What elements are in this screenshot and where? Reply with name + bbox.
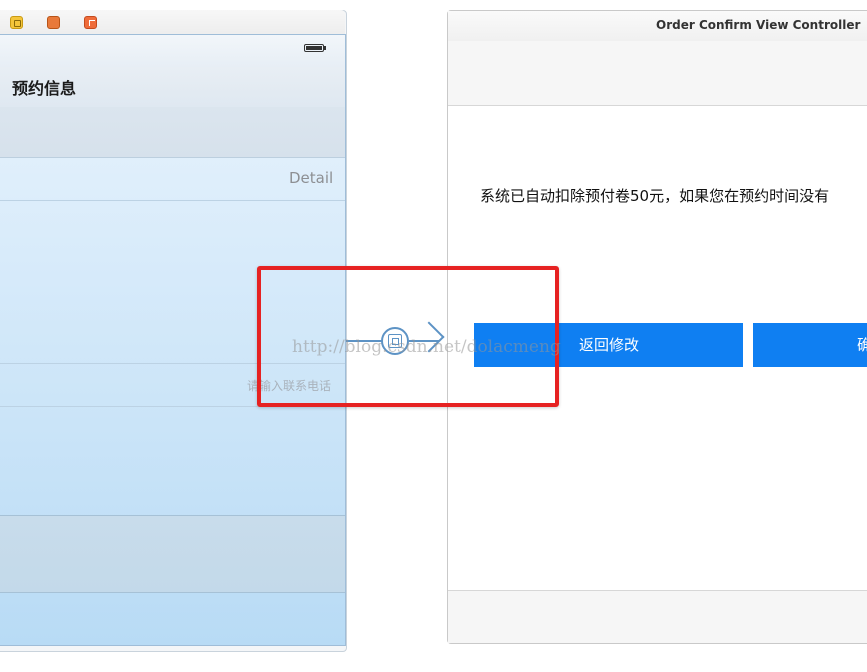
table-cell[interactable] [0, 407, 345, 515]
confirm-message-label: 系统已自动扣除预付卷50元，如果您在预约时间没有 [480, 187, 830, 205]
exit-icon[interactable] [84, 16, 97, 29]
scene-title: Order Confirm View Controller [656, 18, 861, 32]
navigation-bar[interactable] [448, 41, 867, 106]
confirm-button[interactable]: 确 [753, 323, 867, 367]
view-controller-icon[interactable] [10, 16, 23, 29]
first-responder-icon[interactable] [47, 16, 60, 29]
bottom-toolbar [448, 590, 867, 643]
cell-detail-label: Detail [289, 169, 334, 187]
watermark: http://blog.csdn.net/dolacmeng [292, 337, 561, 357]
table-section-footer [0, 515, 345, 593]
battery-icon [304, 44, 326, 52]
nav-title: 预约信息 [12, 79, 77, 98]
table-section-header [0, 107, 345, 158]
status-bar [0, 35, 345, 67]
